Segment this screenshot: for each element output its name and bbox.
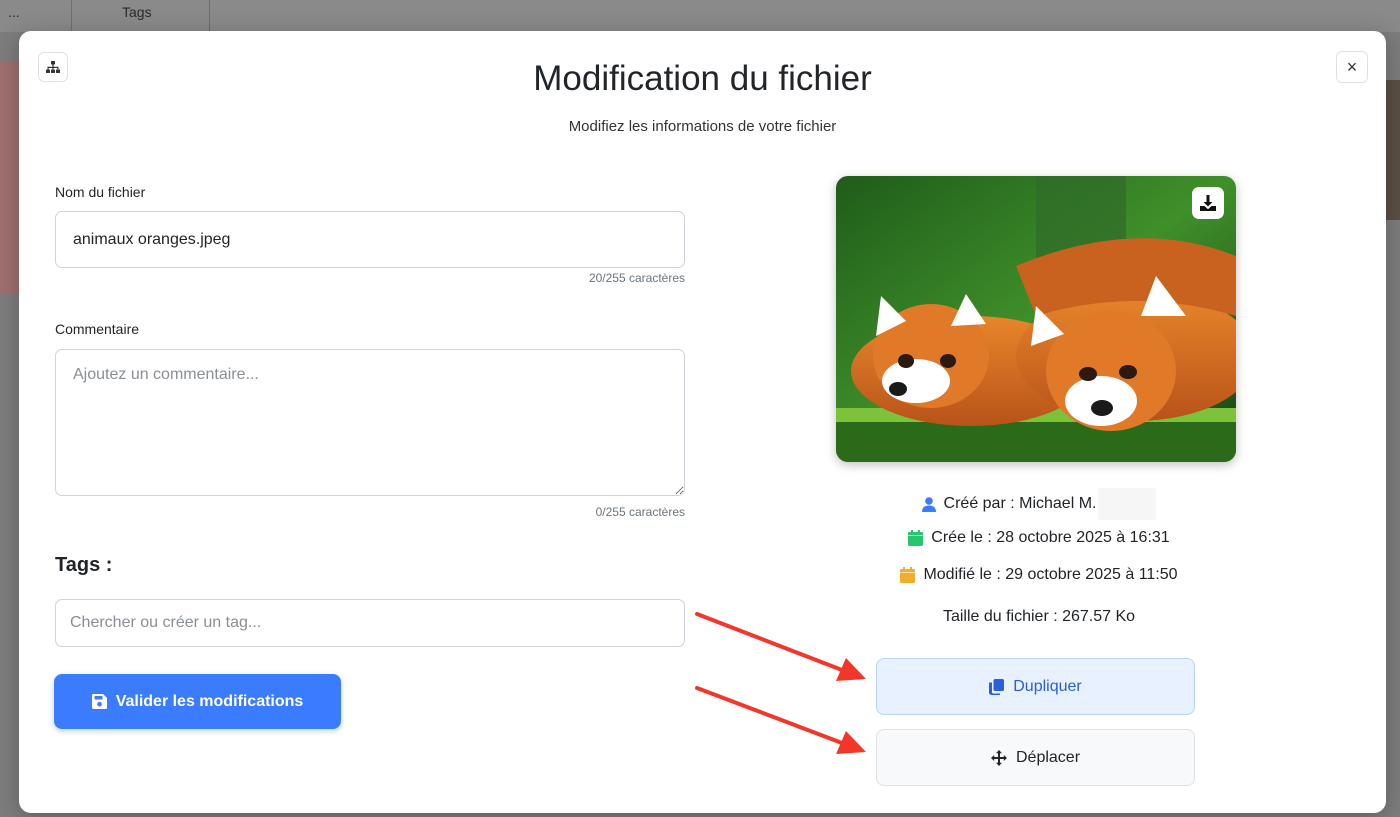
- tags-heading: Tags :: [55, 554, 113, 576]
- modal-subtitle: Modifiez les informations de votre fichi…: [568, 118, 837, 135]
- user-icon: [921, 496, 936, 512]
- calendar-icon: [908, 530, 924, 546]
- background-tags-tab: Tags: [82, 0, 210, 32]
- save-changes-button[interactable]: Valider les modifications: [54, 674, 341, 729]
- file-size-info: Taille du fichier : 267.57 Ko: [799, 608, 1279, 626]
- save-changes-label: Valider les modifications: [115, 692, 304, 710]
- calendar-icon: [900, 567, 916, 583]
- move-button[interactable]: Déplacer: [876, 729, 1195, 786]
- modal-title: Modification du fichier: [533, 59, 872, 98]
- background-tab: ...: [0, 0, 72, 32]
- duplicate-button[interactable]: Dupliquer: [876, 658, 1195, 715]
- filename-label: Nom du fichier: [55, 184, 146, 200]
- copy-icon: [989, 678, 1005, 695]
- comment-label: Commentaire: [55, 321, 140, 337]
- comment-textarea[interactable]: [55, 349, 685, 496]
- download-button[interactable]: [1192, 187, 1224, 219]
- created-by-info: Créé par : Michael M.: [799, 488, 1279, 520]
- created-date-text: Crée le : 28 octobre 2025 à 16:31: [931, 529, 1170, 546]
- created-by-text: Créé par : Michael M.: [943, 495, 1097, 512]
- modified-date-text: Modifié le : 29 octobre 2025 à 11:50: [923, 566, 1178, 583]
- tag-search-input[interactable]: [55, 599, 685, 647]
- background-app-toolbar: ... Tags: [0, 0, 1400, 32]
- download-icon: [1200, 195, 1216, 211]
- comment-char-counter: 0/255 caractères: [595, 505, 685, 519]
- file-size-text: Taille du fichier : 267.57 Ko: [942, 608, 1136, 625]
- red-pandas-photo: [836, 176, 1236, 462]
- redaction-mask: [1098, 488, 1157, 520]
- floppy-disk-icon: [91, 694, 107, 709]
- filename-input[interactable]: [55, 211, 685, 268]
- file-preview-image: [836, 176, 1236, 462]
- background-panel: [0, 62, 20, 294]
- edit-file-modal: × Modification du fichier Modifiez les i…: [19, 31, 1386, 813]
- background-image-strip: [1386, 80, 1400, 220]
- created-date-info: Crée le : 28 octobre 2025 à 16:31: [799, 529, 1279, 547]
- modified-date-info: Modifié le : 29 octobre 2025 à 11:50: [799, 566, 1279, 584]
- filename-char-counter: 20/255 caractères: [588, 271, 685, 285]
- arrows-move-icon: [990, 749, 1007, 766]
- duplicate-label: Dupliquer: [1013, 677, 1082, 695]
- move-label: Déplacer: [1015, 748, 1081, 766]
